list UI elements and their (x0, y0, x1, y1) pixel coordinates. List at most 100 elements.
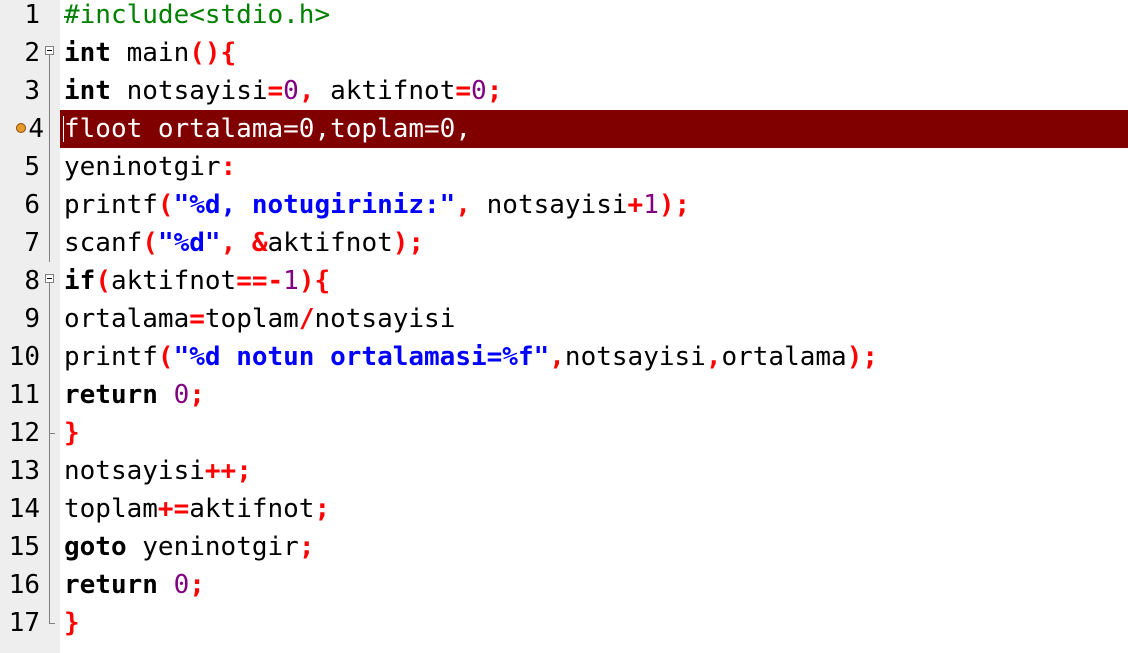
fold-marker[interactable] (44, 262, 58, 300)
fold-marker (44, 528, 58, 566)
code-line[interactable]: 15 goto yeninotgir; (0, 528, 1128, 566)
line-number[interactable]: 1 (0, 0, 40, 34)
code-line[interactable]: 14 toplam+=aktifnot; (0, 490, 1128, 528)
code-line[interactable]: 12} (0, 414, 1128, 452)
code-text: goto yeninotgir; (64, 528, 314, 566)
code-text: ortalama=toplam/notsayisi (64, 300, 455, 338)
code-token: printf (64, 190, 158, 220)
code-line[interactable]: 16 return 0; (0, 566, 1128, 604)
code-line[interactable]: 17} (0, 604, 1128, 642)
line-number[interactable]: 2 (0, 34, 40, 72)
code-line[interactable]: 13 notsayisi++; (0, 452, 1128, 490)
code-text-area[interactable]: printf("%d, notugiriniz:", notsayisi+1); (60, 186, 1128, 224)
code-text-area[interactable]: goto yeninotgir; (60, 528, 1128, 566)
code-text-area[interactable]: printf("%d notun ortalamasi=%f",notsayis… (60, 338, 1128, 376)
fold-line (49, 452, 50, 490)
code-token: if (64, 266, 96, 296)
code-token: 0 (283, 76, 299, 106)
line-number[interactable]: 16 (0, 566, 40, 604)
code-text-area[interactable]: yeninotgir: (60, 148, 1128, 186)
code-token: goto (64, 532, 127, 562)
code-token: ==- (236, 266, 284, 296)
fold-toggle-icon[interactable] (45, 274, 54, 283)
code-text-area[interactable]: notsayisi++; (60, 452, 1128, 490)
code-token: , (220, 228, 237, 258)
fold-line (49, 414, 50, 452)
code-token: ( (142, 228, 158, 258)
breakpoint-highlight[interactable]: floot ortalama=0,toplam=0, (60, 110, 1128, 148)
code-line[interactable]: 2 int main(){ (0, 34, 1128, 72)
code-token: : (220, 152, 237, 182)
line-number[interactable]: 6 (0, 186, 40, 224)
code-token: , (705, 342, 722, 372)
code-token: yeninotgir (64, 152, 221, 182)
code-token: notsayisi (564, 342, 706, 372)
fold-line (49, 490, 50, 528)
code-text: } (64, 414, 80, 452)
code-text-area[interactable]: toplam+=aktifnot; (60, 490, 1128, 528)
code-token: & (251, 228, 268, 258)
code-token: , (549, 342, 565, 372)
code-text-area[interactable]: scanf("%d", &aktifnot); (60, 224, 1128, 262)
code-text-area[interactable]: } (60, 604, 1128, 642)
code-token: 0 (173, 570, 190, 600)
code-token: (){ (189, 38, 237, 68)
line-number[interactable]: 14 (0, 490, 40, 528)
code-line[interactable]: 7 scanf("%d", &aktifnot); (0, 224, 1128, 262)
code-text-area[interactable]: ortalama=toplam/notsayisi (60, 300, 1128, 338)
fold-marker[interactable] (44, 34, 58, 72)
code-line[interactable]: 8 if(aktifnot==-1){ (0, 262, 1128, 300)
fold-marker (44, 490, 58, 528)
code-line[interactable]: 10 printf("%d notun ortalamasi=%f",notsay… (0, 338, 1128, 376)
code-text-area[interactable]: int notsayisi=0, aktifnot=0; (60, 72, 1128, 110)
code-token: + (627, 190, 644, 220)
line-number[interactable]: 5 (0, 148, 40, 186)
code-text-area[interactable]: return 0; (60, 376, 1128, 414)
line-number[interactable]: 15 (0, 528, 40, 566)
code-text: #include<stdio.h> (64, 0, 330, 34)
code-token: notsayisi (471, 190, 628, 220)
code-line[interactable]: 3 int notsayisi=0, aktifnot=0; (0, 72, 1128, 110)
code-text: scanf("%d", &aktifnot); (64, 224, 424, 262)
line-number[interactable]: 12 (0, 414, 40, 452)
line-number[interactable]: 9 (0, 300, 40, 338)
code-text-area[interactable]: if(aktifnot==-1){ (60, 262, 1128, 300)
fold-marker (44, 110, 58, 148)
code-line[interactable]: 11 return 0; (0, 376, 1128, 414)
code-text-area[interactable]: int main(){ (60, 34, 1128, 72)
code-text: yeninotgir: (64, 148, 236, 186)
code-token: toplam (64, 494, 158, 524)
code-token: aktifnot (267, 228, 393, 258)
line-number[interactable]: 11 (0, 376, 40, 414)
fold-marker (44, 148, 58, 186)
code-line[interactable]: 6 printf("%d, notugiriniz:", notsayisi+1)… (0, 186, 1128, 224)
fold-toggle-icon[interactable] (45, 46, 54, 55)
code-text-area[interactable]: } (60, 414, 1128, 452)
code-line[interactable]: 1 #include<stdio.h> (0, 0, 1128, 34)
line-number[interactable]: 7 (0, 224, 40, 262)
code-token: ); (658, 190, 691, 220)
code-token: yeninotgir (126, 532, 299, 562)
fold-marker (44, 604, 58, 642)
line-number[interactable]: 17 (0, 604, 40, 642)
line-number[interactable]: 13 (0, 452, 40, 490)
line-number[interactable]: 3 (0, 72, 40, 110)
code-line[interactable]: 44floot ortalama=0,toplam=0, (0, 110, 1128, 148)
fold-marker (44, 338, 58, 376)
code-line[interactable]: 9 ortalama=toplam/notsayisi (0, 300, 1128, 338)
code-token: return (64, 570, 158, 600)
code-text-area[interactable]: return 0; (60, 566, 1128, 604)
code-text: printf("%d, notugiriniz:", notsayisi+1); (64, 186, 690, 224)
line-number[interactable]: 8 (0, 262, 40, 300)
code-line[interactable]: 5 yeninotgir: (0, 148, 1128, 186)
code-text: int notsayisi=0, aktifnot=0; (64, 72, 502, 110)
code-text-area[interactable]: #include<stdio.h> (60, 0, 1128, 34)
code-text: return 0; (64, 566, 205, 604)
fold-marker (44, 186, 58, 224)
line-number[interactable]: 10 (0, 338, 40, 376)
code-token: / (298, 304, 315, 334)
code-token: #include<stdio.h> (64, 0, 331, 30)
code-editor[interactable]: 1 #include<stdio.h> 2 int main(){ 3 int notsa… (0, 0, 1128, 653)
